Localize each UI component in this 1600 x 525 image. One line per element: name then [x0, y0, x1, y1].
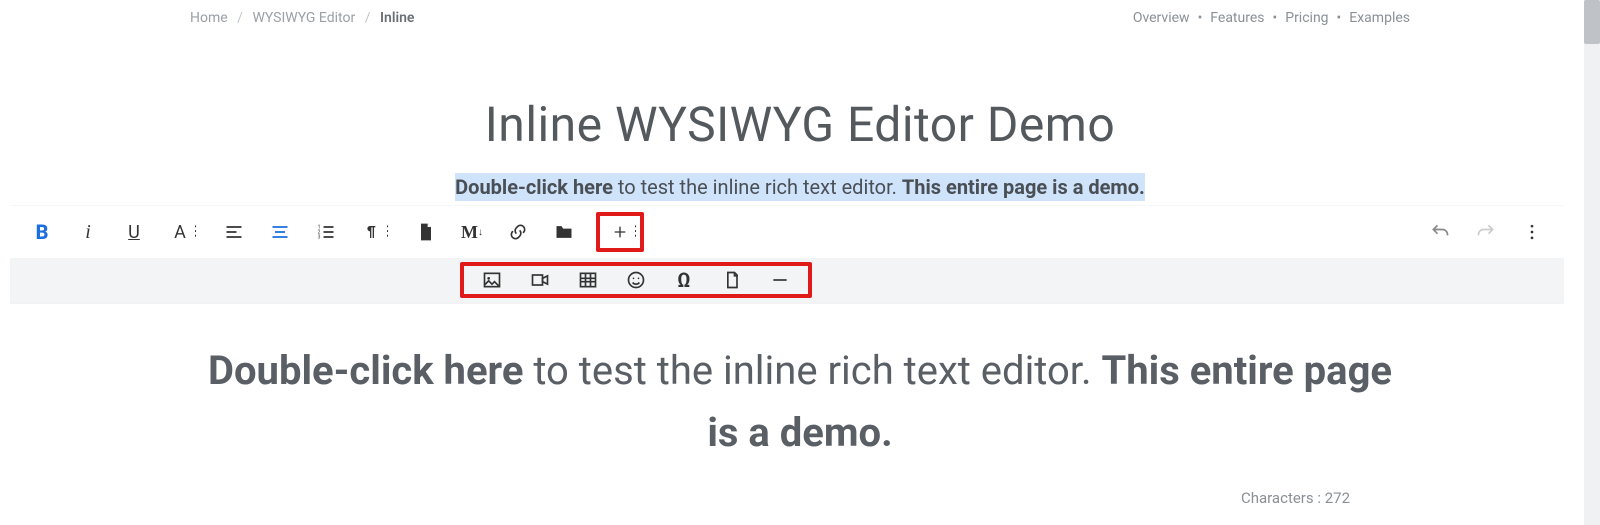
breadcrumb-sep-icon: / — [237, 10, 243, 26]
page-icon — [722, 270, 742, 290]
more-insert-highlight — [596, 212, 644, 252]
nav-features[interactable]: Features — [1210, 10, 1264, 26]
align-center-icon — [270, 222, 290, 242]
svg-text:3: 3 — [318, 235, 321, 241]
insert-image-button[interactable] — [480, 268, 504, 292]
character-count: Characters : 272 — [1241, 489, 1350, 507]
breadcrumb-home[interactable]: Home — [190, 10, 228, 26]
more-insert-button[interactable] — [606, 218, 634, 246]
omega-icon: Ω — [677, 268, 690, 292]
nav-overview[interactable]: Overview — [1133, 10, 1190, 26]
charcount-value: 272 — [1325, 489, 1350, 507]
file-manager-button[interactable] — [550, 218, 578, 246]
nav-pricing[interactable]: Pricing — [1285, 10, 1328, 26]
undo-icon — [1430, 222, 1450, 242]
text-format-button[interactable]: A — [166, 218, 194, 246]
redo-icon — [1476, 222, 1496, 242]
scrollbar-track[interactable] — [1584, 0, 1600, 525]
underline-button[interactable]: U — [120, 218, 148, 246]
editor-toolbar: B i U A 123 M↓ — [10, 206, 1564, 258]
selected-bold-1: Double-click here — [455, 175, 613, 199]
insert-emoji-button[interactable] — [624, 268, 648, 292]
plus-icon — [612, 224, 628, 240]
insert-subtoolbar: Ω — [10, 258, 1564, 303]
bigpara-bold-1: Double-click here — [208, 347, 523, 394]
insert-video-button[interactable] — [528, 268, 552, 292]
page-title[interactable]: Inline WYSIWYG Editor Demo — [0, 96, 1600, 153]
selected-paragraph[interactable]: Double-click here to test the inline ric… — [455, 173, 1145, 201]
more-options-button[interactable] — [1518, 218, 1546, 246]
nav-examples[interactable]: Examples — [1349, 10, 1410, 26]
bigpara-mid: to test the inline rich text editor. — [523, 347, 1101, 394]
insert-file-button[interactable] — [412, 218, 440, 246]
ordered-list-button[interactable]: 123 — [312, 218, 340, 246]
selected-bold-2: This entire page is a demo. — [902, 175, 1145, 199]
align-left-icon — [224, 222, 244, 242]
pilcrow-icon — [364, 224, 380, 240]
charcount-label: Characters : — [1241, 489, 1325, 507]
insert-link-button[interactable] — [504, 218, 532, 246]
minus-icon — [770, 270, 790, 290]
editable-paragraph[interactable]: Double-click here to test the inline ric… — [190, 340, 1410, 464]
file-icon — [416, 222, 436, 242]
ordered-list-icon: 123 — [316, 222, 336, 242]
paragraph-format-button[interactable] — [358, 218, 386, 246]
bold-button[interactable]: B — [28, 218, 56, 246]
breadcrumb-current: Inline — [380, 10, 414, 26]
image-icon — [482, 270, 502, 290]
undo-button[interactable] — [1426, 218, 1454, 246]
table-icon — [578, 270, 598, 290]
insert-table-button[interactable] — [576, 268, 600, 292]
insert-subtoolbar-highlight: Ω — [460, 262, 812, 298]
breadcrumb: Home / WYSIWYG Editor / Inline — [190, 10, 414, 26]
breadcrumb-sep-icon: / — [365, 10, 371, 26]
selected-mid: to test the inline rich text editor. — [613, 175, 902, 199]
kebab-icon — [1522, 222, 1542, 242]
markdown-button[interactable]: M↓ — [458, 218, 486, 246]
italic-button[interactable]: i — [74, 218, 102, 246]
scrollbar-thumb[interactable] — [1584, 0, 1600, 44]
insert-special-char-button[interactable]: Ω — [672, 268, 696, 292]
top-nav: Overview• Features• Pricing• Examples — [1133, 10, 1410, 26]
align-center-button[interactable] — [266, 218, 294, 246]
smiley-icon — [626, 270, 646, 290]
folder-icon — [554, 222, 574, 242]
video-icon — [530, 270, 550, 290]
insert-page-button[interactable] — [720, 268, 744, 292]
breadcrumb-editor[interactable]: WYSIWYG Editor — [252, 10, 355, 26]
align-left-button[interactable] — [220, 218, 248, 246]
insert-hr-button[interactable] — [768, 268, 792, 292]
link-icon — [508, 222, 528, 242]
redo-button[interactable] — [1472, 218, 1500, 246]
